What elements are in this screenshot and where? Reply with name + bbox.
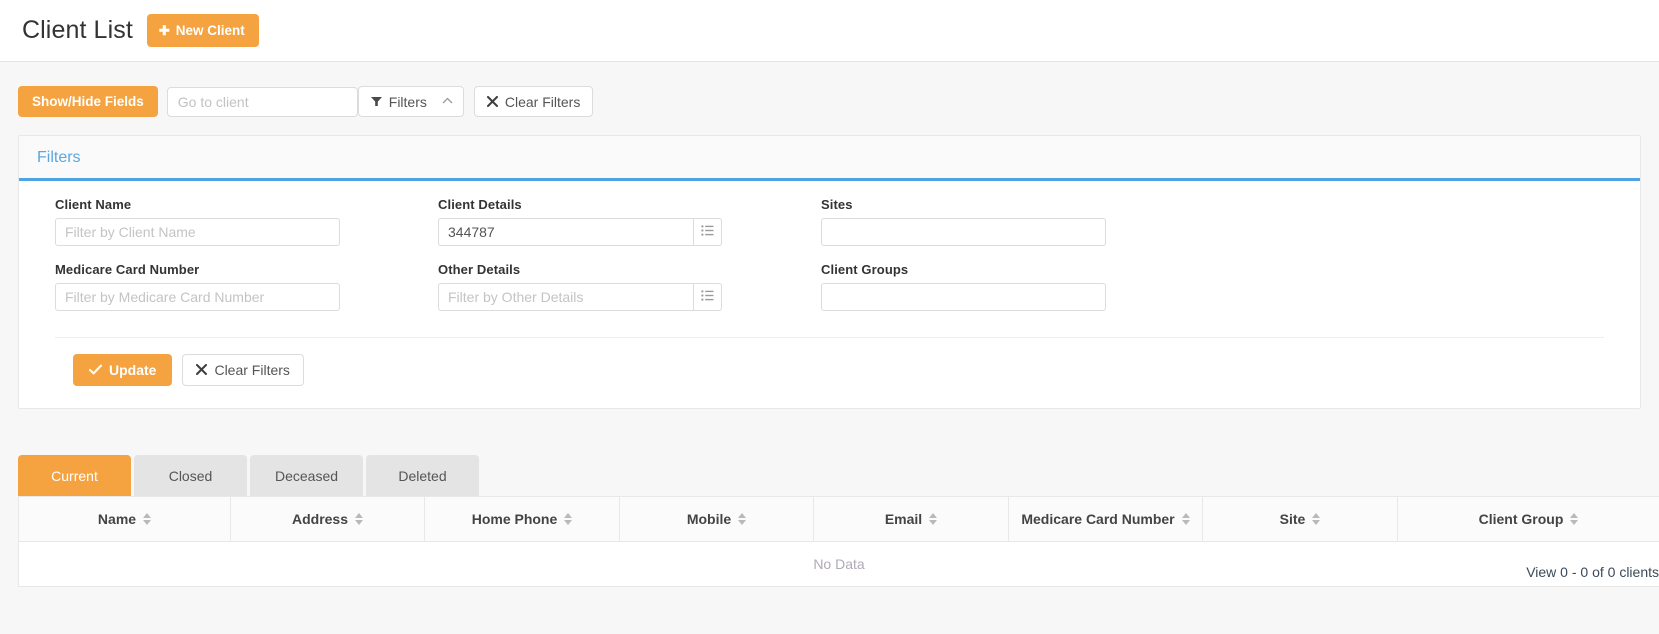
- clear-filters-panel-button[interactable]: Clear Filters: [182, 354, 304, 386]
- tab-deceased-label: Deceased: [274, 467, 339, 484]
- list-toolbar: Show/Hide Fields Filters Clear Filters: [0, 62, 1659, 117]
- table-header-row: Name Address Home Phone Mobile Email Med…: [18, 496, 1659, 542]
- filters-row-2: Medicare Card Number Other Details: [37, 262, 1622, 311]
- no-data-cell: No Data: [18, 541, 1659, 587]
- sort-icon[interactable]: [929, 513, 938, 525]
- sort-icon[interactable]: [564, 513, 573, 525]
- filters-toggle-button[interactable]: Filters: [357, 86, 464, 117]
- filter-label-medicare-card-number: Medicare Card Number: [55, 262, 200, 277]
- filter-field-client-name: Client Name: [37, 197, 420, 246]
- table-empty-row: No Data: [18, 541, 1659, 587]
- client-table-section: Current Closed Deceased Deleted View 0 -…: [0, 455, 1659, 587]
- column-header-home-phone[interactable]: Home Phone: [424, 496, 620, 542]
- update-button[interactable]: Update: [73, 354, 173, 386]
- filter-input-client-details[interactable]: [438, 218, 693, 246]
- filter-label-other-details: Other Details: [438, 262, 521, 277]
- column-header-address[interactable]: Address: [230, 496, 425, 542]
- tab-closed[interactable]: Closed: [134, 455, 247, 496]
- clear-filters-top-label: Clear Filters: [504, 93, 581, 110]
- clear-filters-top-button[interactable]: Clear Filters: [473, 86, 594, 117]
- column-label-mobile: Mobile: [686, 511, 732, 527]
- column-label-email: Email: [884, 511, 923, 527]
- tab-current[interactable]: Current: [18, 455, 131, 496]
- filter-field-client-groups: Client Groups: [803, 262, 1186, 311]
- goto-client-input[interactable]: [166, 86, 358, 117]
- client-list-page: Client List ✚ New Client Show/Hide Field…: [0, 0, 1659, 634]
- sort-icon[interactable]: [1570, 513, 1579, 525]
- tab-deceased[interactable]: Deceased: [250, 455, 363, 496]
- tabs-row: Current Closed Deceased Deleted View 0 -…: [18, 455, 1659, 580]
- list-icon: [701, 288, 714, 306]
- filter-input-medicare-card-number[interactable]: [55, 283, 340, 311]
- filter-label-sites: Sites: [821, 197, 853, 212]
- filter-input-client-name[interactable]: [55, 218, 340, 246]
- client-details-list-button[interactable]: [693, 218, 722, 246]
- filters-panel: Filters Client Name Client Details: [18, 135, 1641, 409]
- filters-row-1: Client Name Client Details: [37, 197, 1622, 246]
- column-header-client-group[interactable]: Client Group: [1397, 496, 1659, 542]
- tab-deleted[interactable]: Deleted: [366, 455, 479, 496]
- filter-label-client-groups: Client Groups: [821, 262, 909, 277]
- filter-label-client-name: Client Name: [55, 197, 132, 212]
- filter-input-sites[interactable]: [821, 218, 1106, 246]
- column-header-mobile[interactable]: Mobile: [619, 496, 814, 542]
- column-header-medicare-card-number[interactable]: Medicare Card Number: [1008, 496, 1203, 542]
- status-tabs: Current Closed Deceased Deleted: [18, 455, 479, 496]
- sort-icon[interactable]: [1181, 513, 1190, 525]
- view-count-label: View 0 - 0 of 0 clients: [1526, 564, 1659, 580]
- filter-field-medicare-card-number: Medicare Card Number: [37, 262, 420, 311]
- filter-field-sites: Sites: [803, 197, 1186, 246]
- show-hide-fields-button[interactable]: Show/Hide Fields: [18, 86, 158, 117]
- filters-panel-body: Client Name Client Details: [19, 181, 1640, 408]
- filters-actions: Update Clear Filters: [37, 338, 1622, 408]
- filters-label: Filters: [388, 93, 427, 110]
- column-label-address: Address: [291, 511, 349, 527]
- tab-deleted-label: Deleted: [398, 467, 447, 484]
- update-label: Update: [109, 362, 157, 378]
- column-label-medicare-card-number: Medicare Card Number: [1021, 511, 1175, 527]
- new-client-label: New Client: [175, 23, 245, 38]
- column-header-email[interactable]: Email: [813, 496, 1009, 542]
- new-client-button[interactable]: ✚ New Client: [146, 14, 259, 47]
- column-header-site[interactable]: Site: [1202, 496, 1398, 542]
- filters-panel-title: Filters: [37, 149, 81, 166]
- sort-icon[interactable]: [143, 513, 152, 525]
- client-table: Name Address Home Phone Mobile Email Med…: [18, 496, 1659, 587]
- column-label-client-group: Client Group: [1478, 511, 1564, 527]
- clear-filters-panel-label: Clear Filters: [214, 362, 290, 378]
- column-label-home-phone: Home Phone: [471, 511, 558, 527]
- other-details-list-button[interactable]: [693, 283, 722, 311]
- filter-input-other-details[interactable]: [438, 283, 693, 311]
- close-icon: [486, 95, 498, 109]
- filter-label-client-details: Client Details: [438, 197, 522, 212]
- show-hide-fields-label: Show/Hide Fields: [32, 94, 144, 109]
- column-header-name[interactable]: Name: [18, 496, 231, 542]
- sort-icon[interactable]: [355, 513, 364, 525]
- page-title: Client List: [22, 16, 133, 44]
- chevron-up-icon: [442, 96, 453, 107]
- column-label-name: Name: [97, 511, 137, 527]
- sort-icon[interactable]: [738, 513, 747, 525]
- close-icon: [196, 363, 208, 377]
- plus-icon: ✚: [158, 23, 170, 38]
- page-header: Client List ✚ New Client: [0, 0, 1659, 62]
- check-icon: [88, 363, 103, 377]
- filter-field-client-details: Client Details: [420, 197, 803, 246]
- funnel-icon: [370, 95, 382, 109]
- filter-field-other-details: Other Details: [420, 262, 803, 311]
- filters-panel-header: Filters: [19, 136, 1640, 181]
- filter-input-client-groups[interactable]: [821, 283, 1106, 311]
- sort-icon[interactable]: [1312, 513, 1321, 525]
- tab-current-label: Current: [51, 467, 98, 484]
- tab-closed-label: Closed: [168, 467, 213, 484]
- column-label-site: Site: [1279, 511, 1306, 527]
- list-icon: [701, 223, 714, 241]
